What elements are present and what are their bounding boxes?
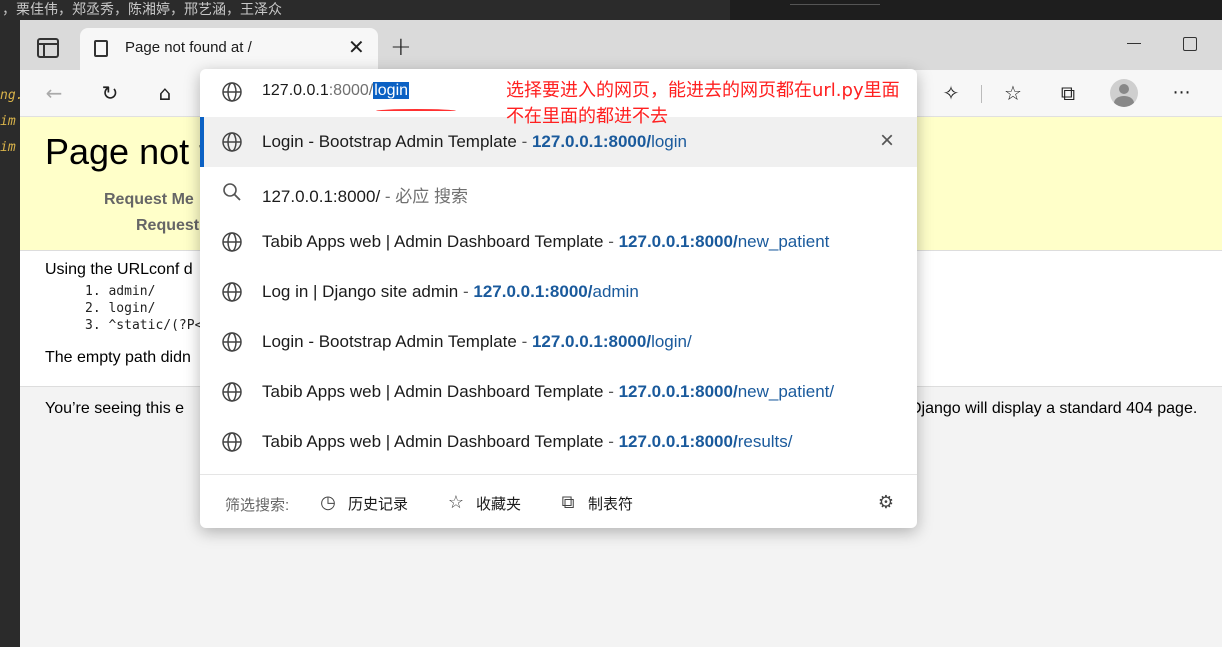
tab-title: Page not found at / xyxy=(125,39,252,56)
search-icon xyxy=(223,183,241,201)
more-menu-icon[interactable]: ⋯ xyxy=(1168,79,1196,107)
filter-history[interactable]: 历史记录 xyxy=(348,493,408,514)
urlconf-text: Using the URLconf d xyxy=(45,261,193,278)
suggestion-item[interactable]: Login - Bootstrap Admin Template - 127.0… xyxy=(200,317,917,367)
filter-favorites[interactable]: 收藏夹 xyxy=(476,493,521,514)
address-suggestions-dropdown: 127.0.0.1:8000/login Login - Bootstrap A… xyxy=(200,69,917,528)
background-editor-panel xyxy=(730,0,1222,20)
suggestion-text: 127.0.0.1:8000/ - 必应 搜索 xyxy=(262,187,469,206)
background-file-tree xyxy=(790,4,880,16)
suggestion-item[interactable]: Log in | Django site admin - 127.0.0.1:8… xyxy=(200,267,917,317)
filter-tabs[interactable]: 制表符 xyxy=(588,493,633,514)
code-line: im xyxy=(0,114,16,129)
code-line: im xyxy=(0,140,16,155)
annotation-underline xyxy=(376,109,456,113)
address-host: 127.0.0.1 xyxy=(262,82,329,99)
request-url-label: Request xyxy=(136,217,200,234)
empty-path-text: The empty path didn xyxy=(45,349,191,366)
request-method-label: Request Me xyxy=(104,191,194,208)
search-filter-footer: 筛选搜索: ◷ 历史记录 ☆ 收藏夹 ⧉ 制表符 ⚙ xyxy=(200,474,917,528)
globe-icon xyxy=(222,232,242,252)
close-icon[interactable]: ✕ xyxy=(348,37,365,57)
suggestion-text: Login - Bootstrap Admin Template - 127.0… xyxy=(262,132,687,151)
globe-icon xyxy=(222,132,242,152)
page-icon xyxy=(94,40,108,57)
suggestion-item[interactable]: Tabib Apps web | Admin Dashboard Templat… xyxy=(200,217,917,267)
filter-label: 筛选搜索: xyxy=(225,497,290,514)
screenshot-root: ，栗佳伟，郑丞秀，陈湘婷，邢艺涵，王泽众 ng. im im Page not … xyxy=(0,0,1222,647)
favorites-icon[interactable]: ☆ xyxy=(999,79,1027,107)
tab-actions-icon[interactable] xyxy=(37,38,59,58)
suggestion-item[interactable]: Tabib Apps web | Admin Dashboard Templat… xyxy=(200,367,917,417)
annotation-line: 不在里面的都进不去 xyxy=(506,106,668,127)
globe-icon xyxy=(222,282,242,302)
collections-icon[interactable]: ⧉ xyxy=(1054,79,1082,107)
toolbar-divider xyxy=(981,85,982,103)
maximize-icon[interactable] xyxy=(1183,37,1197,51)
remove-suggestion-icon[interactable]: × xyxy=(880,129,894,153)
globe-icon xyxy=(222,382,242,402)
gear-icon[interactable]: ⚙ xyxy=(875,491,897,513)
tabs-icon: ⧉ xyxy=(561,492,575,512)
history-icon: ◷ xyxy=(320,492,336,512)
suggestion-text: Log in | Django site admin - 127.0.0.1:8… xyxy=(262,282,639,301)
annotation-note: 选择要进入的网页，能进去的网页都在url.py里面 不在里面的都进不去 xyxy=(506,78,900,130)
url-pattern: 1. admin/ xyxy=(85,284,156,299)
suggestion-item[interactable]: Tabib Apps web | Admin Dashboard Templat… xyxy=(200,417,917,467)
profile-avatar[interactable] xyxy=(1110,79,1138,107)
globe-icon xyxy=(222,432,242,452)
tab-page-not-found[interactable]: Page not found at / ✕ xyxy=(80,28,378,70)
address-port: :8000/ xyxy=(328,82,374,99)
explanation-text: You’re seeing this e xyxy=(45,400,185,417)
address-input[interactable]: 127.0.0.1:8000/login xyxy=(262,82,410,100)
background-code-editor: ng. im im xyxy=(0,20,23,647)
url-pattern: 3. ^static/(?P< xyxy=(85,318,203,333)
home-button[interactable]: ⌂ xyxy=(151,79,179,107)
back-button[interactable]: ← xyxy=(40,79,68,107)
new-tab-button[interactable]: + xyxy=(390,34,412,60)
refresh-button[interactable]: ↻ xyxy=(96,79,124,107)
address-selected-text: login xyxy=(373,82,410,99)
annotation-line: 选择要进入的网页，能进去的网页都在url.py里面 xyxy=(506,80,900,101)
globe-icon xyxy=(222,82,242,102)
suggestion-item-search[interactable]: 127.0.0.1:8000/ - 必应 搜索 xyxy=(200,167,917,217)
page-title: Page not f xyxy=(45,131,210,172)
url-pattern: 2. login/ xyxy=(85,301,156,316)
minimize-icon[interactable] xyxy=(1127,43,1141,44)
suggestion-text: Tabib Apps web | Admin Dashboard Templat… xyxy=(262,232,830,251)
suggestion-text: Login - Bootstrap Admin Template - 127.0… xyxy=(262,332,692,351)
explanation-text-end: Django will display a standard 404 page. xyxy=(910,400,1198,417)
suggestion-text: Tabib Apps web | Admin Dashboard Templat… xyxy=(262,432,793,451)
tab-bar: Page not found at / ✕ + xyxy=(20,20,1222,70)
star-icon: ☆ xyxy=(447,492,465,512)
suggestion-text: Tabib Apps web | Admin Dashboard Templat… xyxy=(262,382,835,401)
globe-icon xyxy=(222,332,242,352)
extensions-icon[interactable]: ✧ xyxy=(937,79,965,107)
